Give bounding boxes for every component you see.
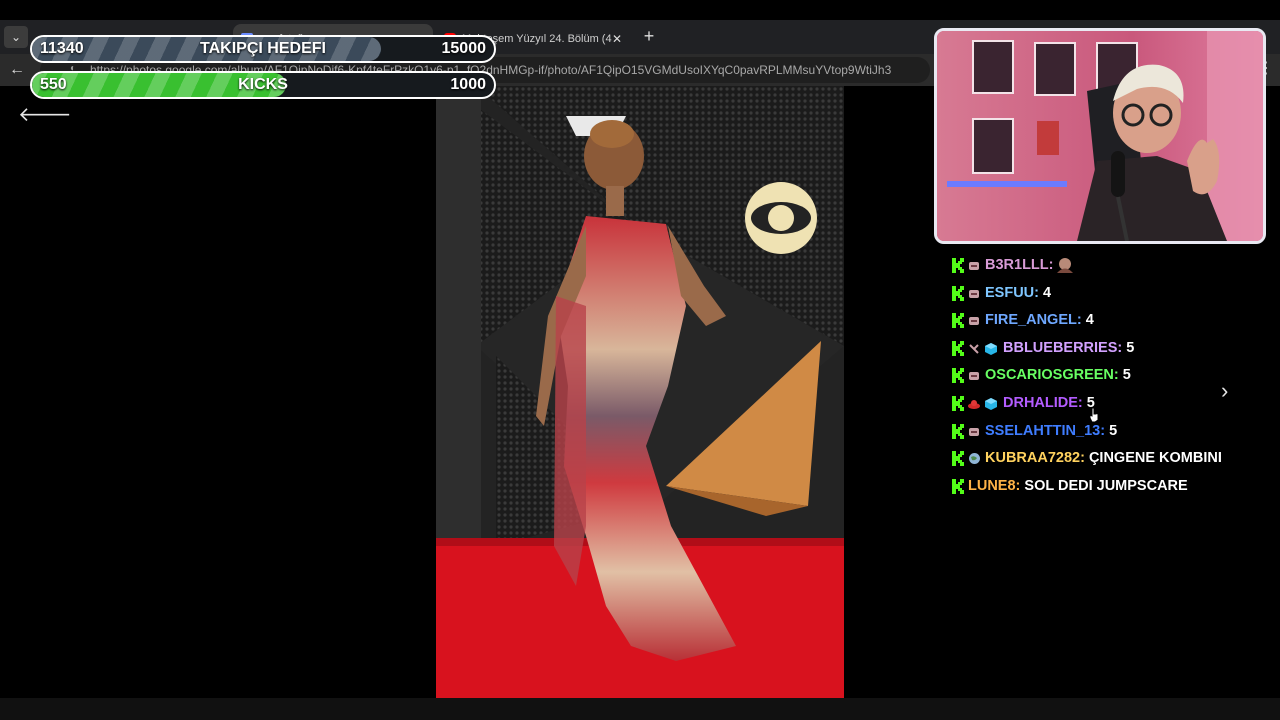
hat-badge-icon <box>968 399 980 409</box>
chat-username-text: DRHALIDE: <box>1003 394 1083 411</box>
kick-badge-icon <box>952 423 964 439</box>
chat-message: BBLUEBERRIES: 5 <box>950 335 1250 363</box>
chat-message-text: ÇINGENE KOMBINI <box>1088 450 1222 467</box>
chat-message: DRHALIDE: 5 <box>950 390 1250 418</box>
chat-message-text: 4 <box>1085 312 1094 329</box>
browser-back-button[interactable]: ← <box>6 58 28 82</box>
chat-username[interactable]: B3R1LLL: <box>985 252 1075 280</box>
chat-username[interactable]: BBLUEBERRIES: 5 <box>1003 335 1134 363</box>
red-carpet-photo-illustration <box>436 86 844 698</box>
sword-badge-icon <box>969 344 979 354</box>
chat-message: FIRE_ANGEL: 4 <box>950 307 1250 335</box>
chat-username[interactable]: KUBRAA7282: ÇINGENE KOMBINI <box>985 445 1222 473</box>
webcam-overlay <box>934 28 1266 244</box>
kick-badge-icon <box>952 395 964 411</box>
chat-message-text: 4 <box>1043 284 1052 301</box>
tab-list-button[interactable]: ⌄ <box>4 26 28 48</box>
kick-badge-icon <box>952 285 964 301</box>
kick-badge-icon <box>952 368 964 384</box>
kick-badge-icon <box>952 478 964 494</box>
chat-username[interactable]: LUNE8: SOL DEDI JUMPSCARE <box>968 473 1188 501</box>
follower-goal-label: TAKIPÇI HEDEFI <box>200 40 326 57</box>
chat-message-text: SOL DEDI JUMPSCARE <box>1024 477 1188 494</box>
chat-username-text: SSELAHTTIN_13: <box>985 422 1106 439</box>
chat-message: KUBRAA7282: ÇINGENE KOMBINI <box>950 445 1250 473</box>
chat-username-text: KUBRAA7282: <box>985 450 1085 467</box>
chat-message-text: 5 <box>1126 339 1135 356</box>
og-badge-icon <box>969 427 979 436</box>
og-badge-icon <box>969 372 979 381</box>
kicks-goal-target: 1000 <box>450 76 486 93</box>
chat-message: OSCARIOSGREEN: 5 <box>950 362 1250 390</box>
close-tab-icon[interactable]: ✕ <box>612 24 622 54</box>
kick-badge-icon <box>952 313 964 329</box>
streamer-webcam-illustration <box>937 31 1263 241</box>
stream-chat: B3R1LLL: ESFUU: 4 FIRE_ANGEL: 4 BBLUEBER… <box>950 252 1250 500</box>
chat-username-text: BBLUEBERRIES: <box>1003 339 1123 356</box>
chat-username[interactable]: DRHALIDE: 5 <box>1003 390 1095 418</box>
kick-badge-icon <box>952 258 964 273</box>
chat-message: ESFUU: 4 <box>950 280 1250 308</box>
cube-badge-icon <box>985 342 997 355</box>
follower-goal-bar: 11340 TAKIPÇI HEDEFI 15000 <box>30 35 496 63</box>
cube-badge-icon <box>985 397 997 410</box>
og-badge-icon <box>969 262 979 270</box>
chat-message-text: 5 <box>1122 367 1131 384</box>
chat-message: B3R1LLL: <box>950 252 1250 280</box>
chat-message: LUNE8: SOL DEDI JUMPSCARE <box>950 473 1250 501</box>
og-badge-icon <box>969 289 979 298</box>
chat-message-text: 5 <box>1109 422 1118 439</box>
kicks-goal-label: KICKS <box>238 76 288 93</box>
emote-icon <box>1057 258 1074 274</box>
globe-badge-icon <box>969 453 980 465</box>
chat-username-text: ESFUU: <box>985 284 1039 301</box>
chat-message: SSELAHTTIN_13: 5 <box>950 418 1250 446</box>
chat-username-text: OSCARIOSGREEN: <box>985 367 1119 384</box>
mouse-hand-cursor-icon <box>1089 407 1099 423</box>
kick-badge-icon <box>952 451 964 467</box>
chat-username-text: LUNE8: <box>968 477 1021 494</box>
viewer-back-arrow-icon[interactable]: 🡐 <box>18 102 72 127</box>
chat-username[interactable]: FIRE_ANGEL: 4 <box>985 307 1094 335</box>
red-carpet-photo <box>436 86 844 698</box>
kicks-goal-bar: 550 KICKS 1000 <box>30 71 496 99</box>
taskbar-strip <box>0 698 1280 720</box>
chat-username[interactable]: OSCARIOSGREEN: 5 <box>985 362 1131 390</box>
chat-username-text: FIRE_ANGEL: <box>985 312 1082 329</box>
og-badge-icon <box>969 317 979 326</box>
new-tab-button[interactable]: + <box>638 24 660 48</box>
chat-username-text: B3R1LLL: <box>985 257 1054 273</box>
follower-goal-target: 15000 <box>441 40 487 57</box>
chat-username[interactable]: ESFUU: 4 <box>985 280 1051 308</box>
kick-badge-icon <box>952 340 964 356</box>
